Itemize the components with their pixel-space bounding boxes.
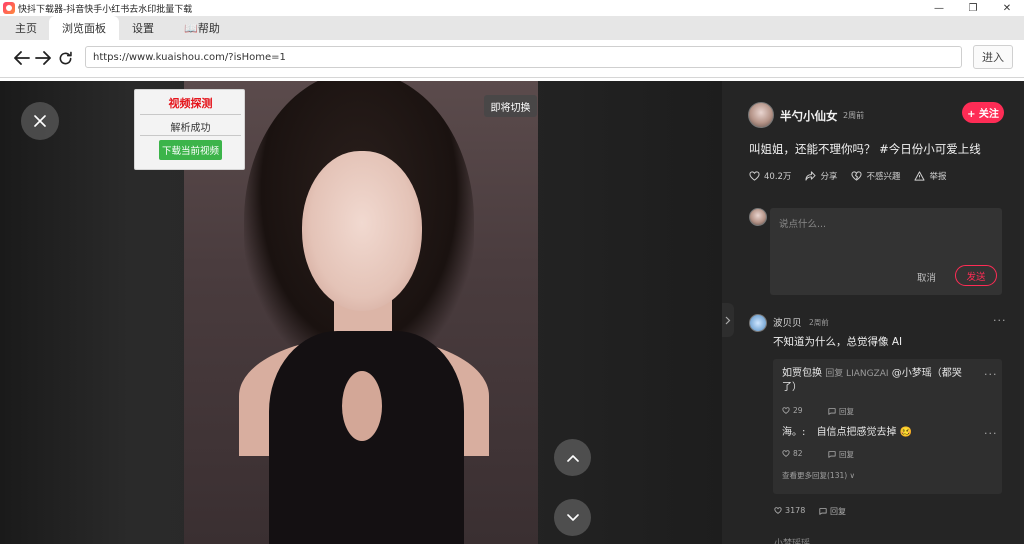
parse-status: 解析成功 — [170, 123, 211, 134]
download-current-video-button[interactable]: 下载当前视频 — [159, 140, 222, 160]
share-icon — [805, 171, 816, 181]
action-bar: 40.2万 分享 不感兴趣 举报 — [749, 169, 960, 183]
author-avatar[interactable] — [748, 102, 774, 128]
comment-reply-button[interactable]: 回复 — [819, 506, 846, 517]
reply-more-button[interactable]: ··· — [984, 368, 998, 381]
next-comment-author[interactable]: 小梦瑶瑶 — [774, 536, 810, 544]
report-button[interactable]: 举报 — [914, 170, 946, 182]
reply-author[interactable]: 如贾包换 — [782, 368, 822, 379]
app-logo-icon — [3, 2, 15, 14]
send-button[interactable]: 发送 — [955, 265, 997, 286]
window-title: 快抖下载器-抖音快手小红书去水印批量下载 — [18, 4, 193, 15]
reply-text: @小梦瑶（都哭 — [891, 368, 962, 379]
reply-reply-button[interactable]: 回复 — [828, 406, 854, 417]
close-video-button[interactable] — [21, 102, 59, 140]
navigation-bar: 进入 — [0, 40, 1024, 78]
not-interested-label: 不感兴趣 — [866, 172, 901, 182]
comment-placeholder: 说点什么... — [779, 219, 827, 230]
divider — [140, 135, 241, 136]
refresh-button[interactable] — [54, 47, 76, 69]
close-icon — [34, 115, 46, 127]
comment-icon — [828, 408, 836, 415]
reply-reply-button[interactable]: 回复 — [828, 449, 854, 460]
forward-button[interactable] — [32, 47, 54, 69]
broken-heart-icon — [851, 171, 862, 181]
cancel-button[interactable]: 取消 — [917, 270, 936, 284]
previous-video-button[interactable] — [554, 439, 591, 476]
reply-like-button[interactable]: 82 — [782, 449, 803, 458]
commenter-avatar[interactable] — [749, 314, 767, 332]
reply-like-button[interactable]: 29 — [782, 406, 803, 415]
heart-icon — [774, 507, 782, 514]
comment-time: 2周前 — [809, 318, 829, 327]
window-controls: — ❐ ✕ — [922, 0, 1024, 16]
report-label: 举报 — [929, 172, 947, 182]
reply-author[interactable]: 海。: — [782, 427, 805, 438]
comment-side-panel: 半勺小仙女 2周前 + 关注 叫姐姐，还能不理你吗？ #今日份小可爱上线 40.… — [722, 81, 1024, 544]
divider — [140, 114, 241, 115]
author-name[interactable]: 半勺小仙女 — [780, 108, 838, 124]
heart-icon — [782, 407, 790, 414]
switch-label[interactable]: 即将切换 — [484, 95, 537, 117]
heart-icon — [749, 171, 760, 181]
tab-help[interactable]: 📖帮助 — [177, 16, 227, 40]
comment-like-count: 3178 — [785, 506, 806, 515]
close-window-button[interactable]: ✕ — [990, 0, 1024, 16]
refresh-icon — [59, 51, 72, 64]
like-button[interactable]: 40.2万 — [749, 170, 791, 182]
chevron-down-icon — [566, 513, 579, 521]
reply-more-button[interactable]: ··· — [984, 427, 998, 440]
browser-content: 视频探测 解析成功 下载当前视频 即将切换 半勺小仙女 2周前 + 关注 叫姐姐… — [0, 81, 1024, 544]
reply-item: 如贾包换 回复 LIANGZAI @小梦瑶（都哭 了） — [782, 367, 977, 395]
minimize-button[interactable]: — — [922, 0, 956, 16]
tab-settings[interactable]: 设置 — [121, 16, 165, 40]
replies-container: 如贾包换 回复 LIANGZAI @小梦瑶（都哭 了） ··· 29 回复 海。… — [773, 359, 1002, 494]
warning-icon — [914, 171, 926, 181]
heart-icon — [782, 450, 790, 457]
reply-text: 自信点把感觉去掉 🥴 — [816, 427, 913, 438]
comment-more-button[interactable]: ··· — [993, 314, 1007, 327]
reply-item: 海。: 自信点把感觉去掉 🥴 — [782, 426, 912, 440]
reply-like-count: 82 — [793, 449, 803, 458]
reply-to: 回复 LIANGZAI — [825, 369, 889, 379]
arrow-right-icon — [35, 51, 51, 65]
comment-icon — [819, 508, 827, 515]
title-bar: 快抖下载器-抖音快手小红书去水印批量下载 — ❐ ✕ — [0, 0, 1024, 16]
video-detect-panel: 视频探测 解析成功 下载当前视频 — [134, 89, 245, 170]
arrow-left-icon — [14, 51, 30, 65]
follow-button[interactable]: + 关注 — [962, 102, 1004, 123]
see-more-replies-link[interactable]: 查看更多回复(131) ∨ — [782, 470, 855, 481]
tab-browse-panel[interactable]: 浏览面板 — [49, 16, 119, 40]
not-interested-button[interactable]: 不感兴趣 — [851, 170, 900, 182]
next-video-button[interactable] — [554, 499, 591, 536]
go-button[interactable]: 进入 — [973, 45, 1013, 69]
tab-home[interactable]: 主页 — [4, 16, 48, 40]
share-label: 分享 — [820, 172, 838, 182]
comment-icon — [828, 451, 836, 458]
reply-text-cont: 了） — [782, 382, 802, 393]
back-button[interactable] — [11, 47, 33, 69]
commenter-name[interactable]: 波贝贝 — [773, 315, 802, 329]
video-player[interactable]: 视频探测 解析成功 下载当前视频 即将切换 — [0, 81, 722, 544]
share-button[interactable]: 分享 — [805, 170, 837, 182]
video-caption: 叫姐姐，还能不理你吗？ #今日份小可爱上线 — [749, 142, 981, 156]
comment-like-button[interactable]: 3178 — [774, 506, 805, 515]
collapse-panel-button[interactable] — [722, 303, 734, 337]
detect-panel-title: 视频探测 — [168, 97, 213, 110]
like-count: 40.2万 — [764, 172, 792, 182]
reply-like-count: 29 — [793, 406, 803, 415]
url-input[interactable] — [85, 46, 962, 68]
post-time: 2周前 — [843, 111, 865, 120]
comment-text: 不知道为什么，总觉得像 AI — [773, 336, 903, 348]
chevron-right-icon — [725, 316, 731, 324]
restore-button[interactable]: ❐ — [956, 0, 990, 16]
current-user-avatar — [749, 208, 767, 226]
chevron-up-icon — [566, 454, 579, 462]
tab-bar: 主页 浏览面板 设置 📖帮助 — [0, 16, 1024, 40]
